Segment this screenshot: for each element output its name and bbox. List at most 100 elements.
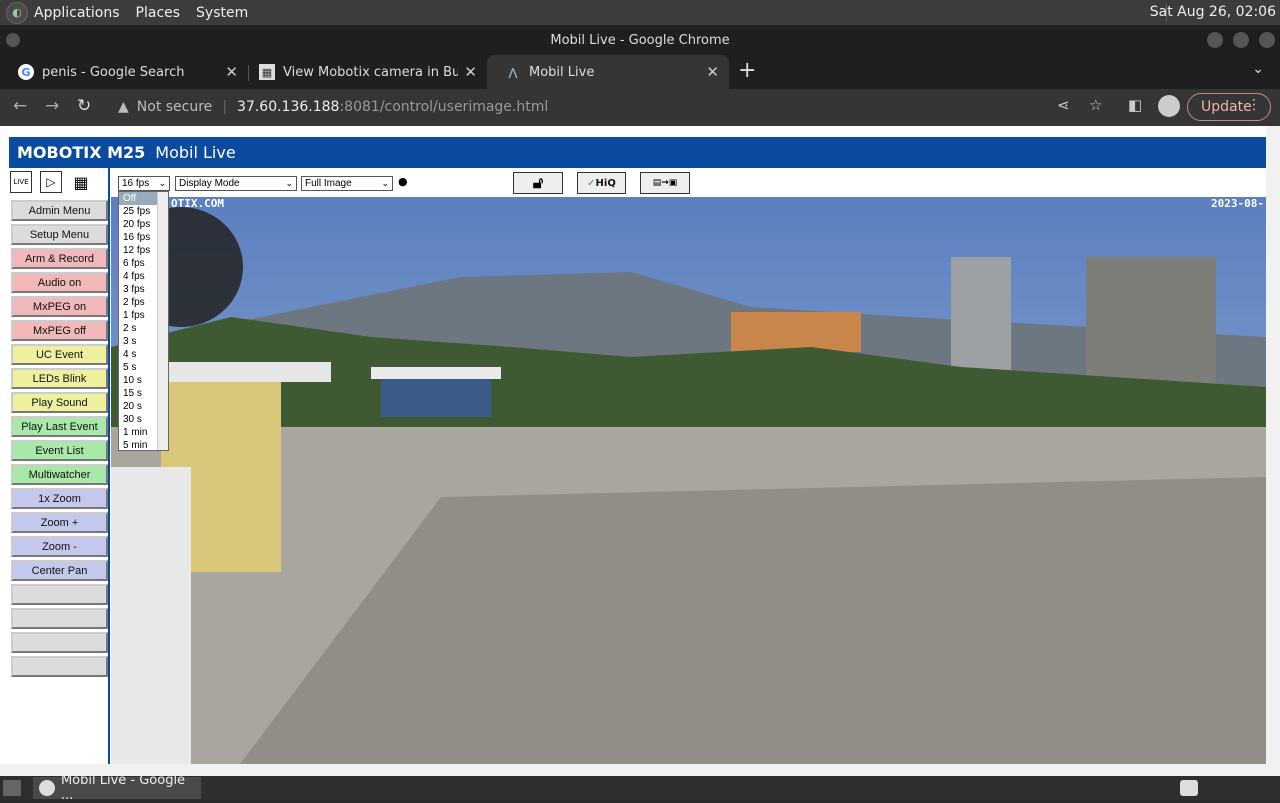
action-button[interactable]: Play Last Event: [11, 416, 108, 437]
display-mode-select[interactable]: Display Mode ⌄: [175, 176, 297, 191]
fps-option[interactable]: 12 fps: [119, 244, 157, 257]
menu-applications[interactable]: Applications: [34, 5, 120, 21]
fps-option[interactable]: 20 s: [119, 400, 157, 413]
fps-select[interactable]: 16 fps ⌄: [118, 176, 170, 191]
window-menu-icon[interactable]: [6, 33, 20, 47]
action-button[interactable]: Center Pan: [11, 560, 108, 581]
multiview-grid-icon[interactable]: ▦: [70, 171, 92, 193]
chevron-down-icon: ⌄: [285, 178, 293, 188]
fps-option[interactable]: 3 s: [119, 335, 157, 348]
action-button[interactable]: Multiwatcher: [11, 464, 108, 485]
action-button[interactable]: Zoom -: [11, 536, 108, 557]
side-panel-icon[interactable]: ◧: [1128, 96, 1142, 114]
new-tab-icon[interactable]: +: [738, 58, 756, 83]
camera-model: MOBOTIX M25: [17, 143, 146, 162]
kebab-menu-icon[interactable]: ⋮: [1247, 97, 1261, 113]
menu-places[interactable]: Places: [136, 5, 181, 21]
action-button[interactable]: Arm & Record: [11, 248, 108, 269]
action-button[interactable]: Admin Menu: [11, 200, 108, 221]
maximize-button[interactable]: [1233, 32, 1249, 48]
menu-system[interactable]: System: [196, 5, 248, 21]
lock-button[interactable]: 🔓︎: [513, 172, 563, 194]
play-icon[interactable]: ▷: [40, 171, 62, 193]
bookmark-star-icon[interactable]: ☆: [1089, 96, 1102, 114]
tab-view-mobotix[interactable]: ▦ View Mobotix camera in Bulga ✕: [241, 55, 487, 89]
fps-option[interactable]: 10 s: [119, 374, 157, 387]
display-mode-value: Display Mode: [179, 178, 240, 189]
fps-option[interactable]: 3 fps: [119, 283, 157, 296]
reload-icon[interactable]: ↻: [77, 96, 91, 116]
close-tab-icon[interactable]: ✕: [225, 63, 238, 81]
action-button[interactable]: MxPEG off: [11, 320, 108, 341]
show-desktop-icon[interactable]: [3, 780, 21, 796]
action-button[interactable]: [11, 584, 108, 605]
action-button[interactable]: [11, 656, 108, 677]
padlock-icon: 🔓︎: [532, 173, 544, 192]
bottom-taskbar: Mobil Live - Google ...: [0, 773, 1280, 803]
action-button[interactable]: [11, 608, 108, 629]
status-dot-icon[interactable]: ●: [398, 175, 408, 188]
action-button[interactable]: Play Sound: [11, 392, 108, 413]
taskbar-chrome-window[interactable]: Mobil Live - Google ...: [33, 773, 201, 803]
live-view-icon[interactable]: LIVE: [10, 171, 32, 193]
distro-logo-icon[interactable]: ◐: [6, 1, 28, 24]
fps-option[interactable]: 30 s: [119, 413, 157, 426]
update-button[interactable]: Update ⋮: [1187, 93, 1271, 121]
fps-option[interactable]: 16 fps: [119, 231, 157, 244]
fps-option[interactable]: 5 s: [119, 361, 157, 374]
warning-triangle-icon[interactable]: ▲: [118, 99, 129, 115]
url-path[interactable]: :8081/control/userimage.html: [339, 99, 548, 115]
omnibox[interactable]: ▲ Not secure | 37.60.136.188 :8081/contr…: [106, 93, 1181, 121]
action-button[interactable]: 1x Zoom: [11, 488, 108, 509]
action-button[interactable]: [11, 632, 108, 653]
tab-mobil-live[interactable]: ⋀ Mobil Live ✕: [487, 55, 729, 89]
save-jpg-button[interactable]: ▤→▣: [640, 172, 690, 194]
window-titlebar[interactable]: Mobil Live - Google Chrome: [0, 25, 1280, 55]
fps-option[interactable]: 4 s: [119, 348, 157, 361]
hiq-button[interactable]: ✓ HiQ: [577, 172, 626, 194]
fps-option[interactable]: 2 fps: [119, 296, 157, 309]
action-button[interactable]: Setup Menu: [11, 224, 108, 245]
action-button[interactable]: LEDs Blink: [11, 368, 108, 389]
fps-option[interactable]: 1 fps: [119, 309, 157, 322]
action-button[interactable]: UC Event: [11, 344, 108, 365]
action-button[interactable]: Zoom +: [11, 512, 108, 533]
dropdown-scrollbar[interactable]: [157, 192, 168, 450]
fps-option[interactable]: 6 fps: [119, 257, 157, 270]
fps-option[interactable]: 1 min: [119, 426, 157, 439]
fps-option[interactable]: 5 min: [119, 439, 157, 452]
tray-chrome-icon[interactable]: [1180, 780, 1198, 796]
forward-arrow-icon[interactable]: →: [45, 96, 59, 116]
navigation-toolbar: ← → ↻ ▲ Not secure | 37.60.136.188 :8081…: [0, 89, 1280, 126]
window-title: Mobil Live - Google Chrome: [550, 32, 730, 48]
fps-option[interactable]: 2 s: [119, 322, 157, 335]
page-vertical-scrollbar[interactable]: [1266, 126, 1280, 776]
close-tab-icon[interactable]: ✕: [706, 63, 719, 81]
tab-google-search[interactable]: G penis - Google Search ✕: [0, 55, 248, 89]
system-top-panel: ◐ Applications Places System Sat Aug 26,…: [0, 0, 1280, 25]
camera-live-image[interactable]: OTIX.COM 2023-08-: [111, 197, 1266, 776]
minimize-button[interactable]: [1207, 32, 1223, 48]
fps-option[interactable]: 4 fps: [119, 270, 157, 283]
action-button[interactable]: MxPEG on: [11, 296, 108, 317]
view-mode-icons: LIVE ▷ ▦: [10, 171, 100, 193]
action-button[interactable]: Audio on: [11, 272, 108, 293]
hiq-label: HiQ: [595, 177, 616, 189]
close-window-button[interactable]: [1259, 32, 1275, 48]
clock[interactable]: Sat Aug 26, 02:06: [1150, 4, 1276, 20]
tab-search-chevron-icon[interactable]: ⌄: [1252, 61, 1264, 77]
close-tab-icon[interactable]: ✕: [464, 63, 477, 81]
fps-option[interactable]: 20 fps: [119, 218, 157, 231]
fps-option[interactable]: 15 s: [119, 387, 157, 400]
share-icon[interactable]: ⋖: [1057, 96, 1070, 114]
fps-option[interactable]: 25 fps: [119, 205, 157, 218]
fps-dropdown-list[interactable]: Off 25 fps 20 fps 16 fps 12 fps 6 fps 4 fps 3 f…: [118, 191, 169, 451]
url-host[interactable]: 37.60.136.188: [237, 99, 339, 115]
back-arrow-icon[interactable]: ←: [13, 96, 27, 116]
camera-site-icon: ▦: [259, 64, 275, 80]
image-mode-select[interactable]: Full Image ⌄: [301, 176, 393, 191]
profile-avatar-icon[interactable]: [1158, 95, 1180, 117]
security-label[interactable]: Not secure: [137, 99, 213, 115]
action-button[interactable]: Event List: [11, 440, 108, 461]
fps-option[interactable]: Off: [119, 192, 157, 205]
